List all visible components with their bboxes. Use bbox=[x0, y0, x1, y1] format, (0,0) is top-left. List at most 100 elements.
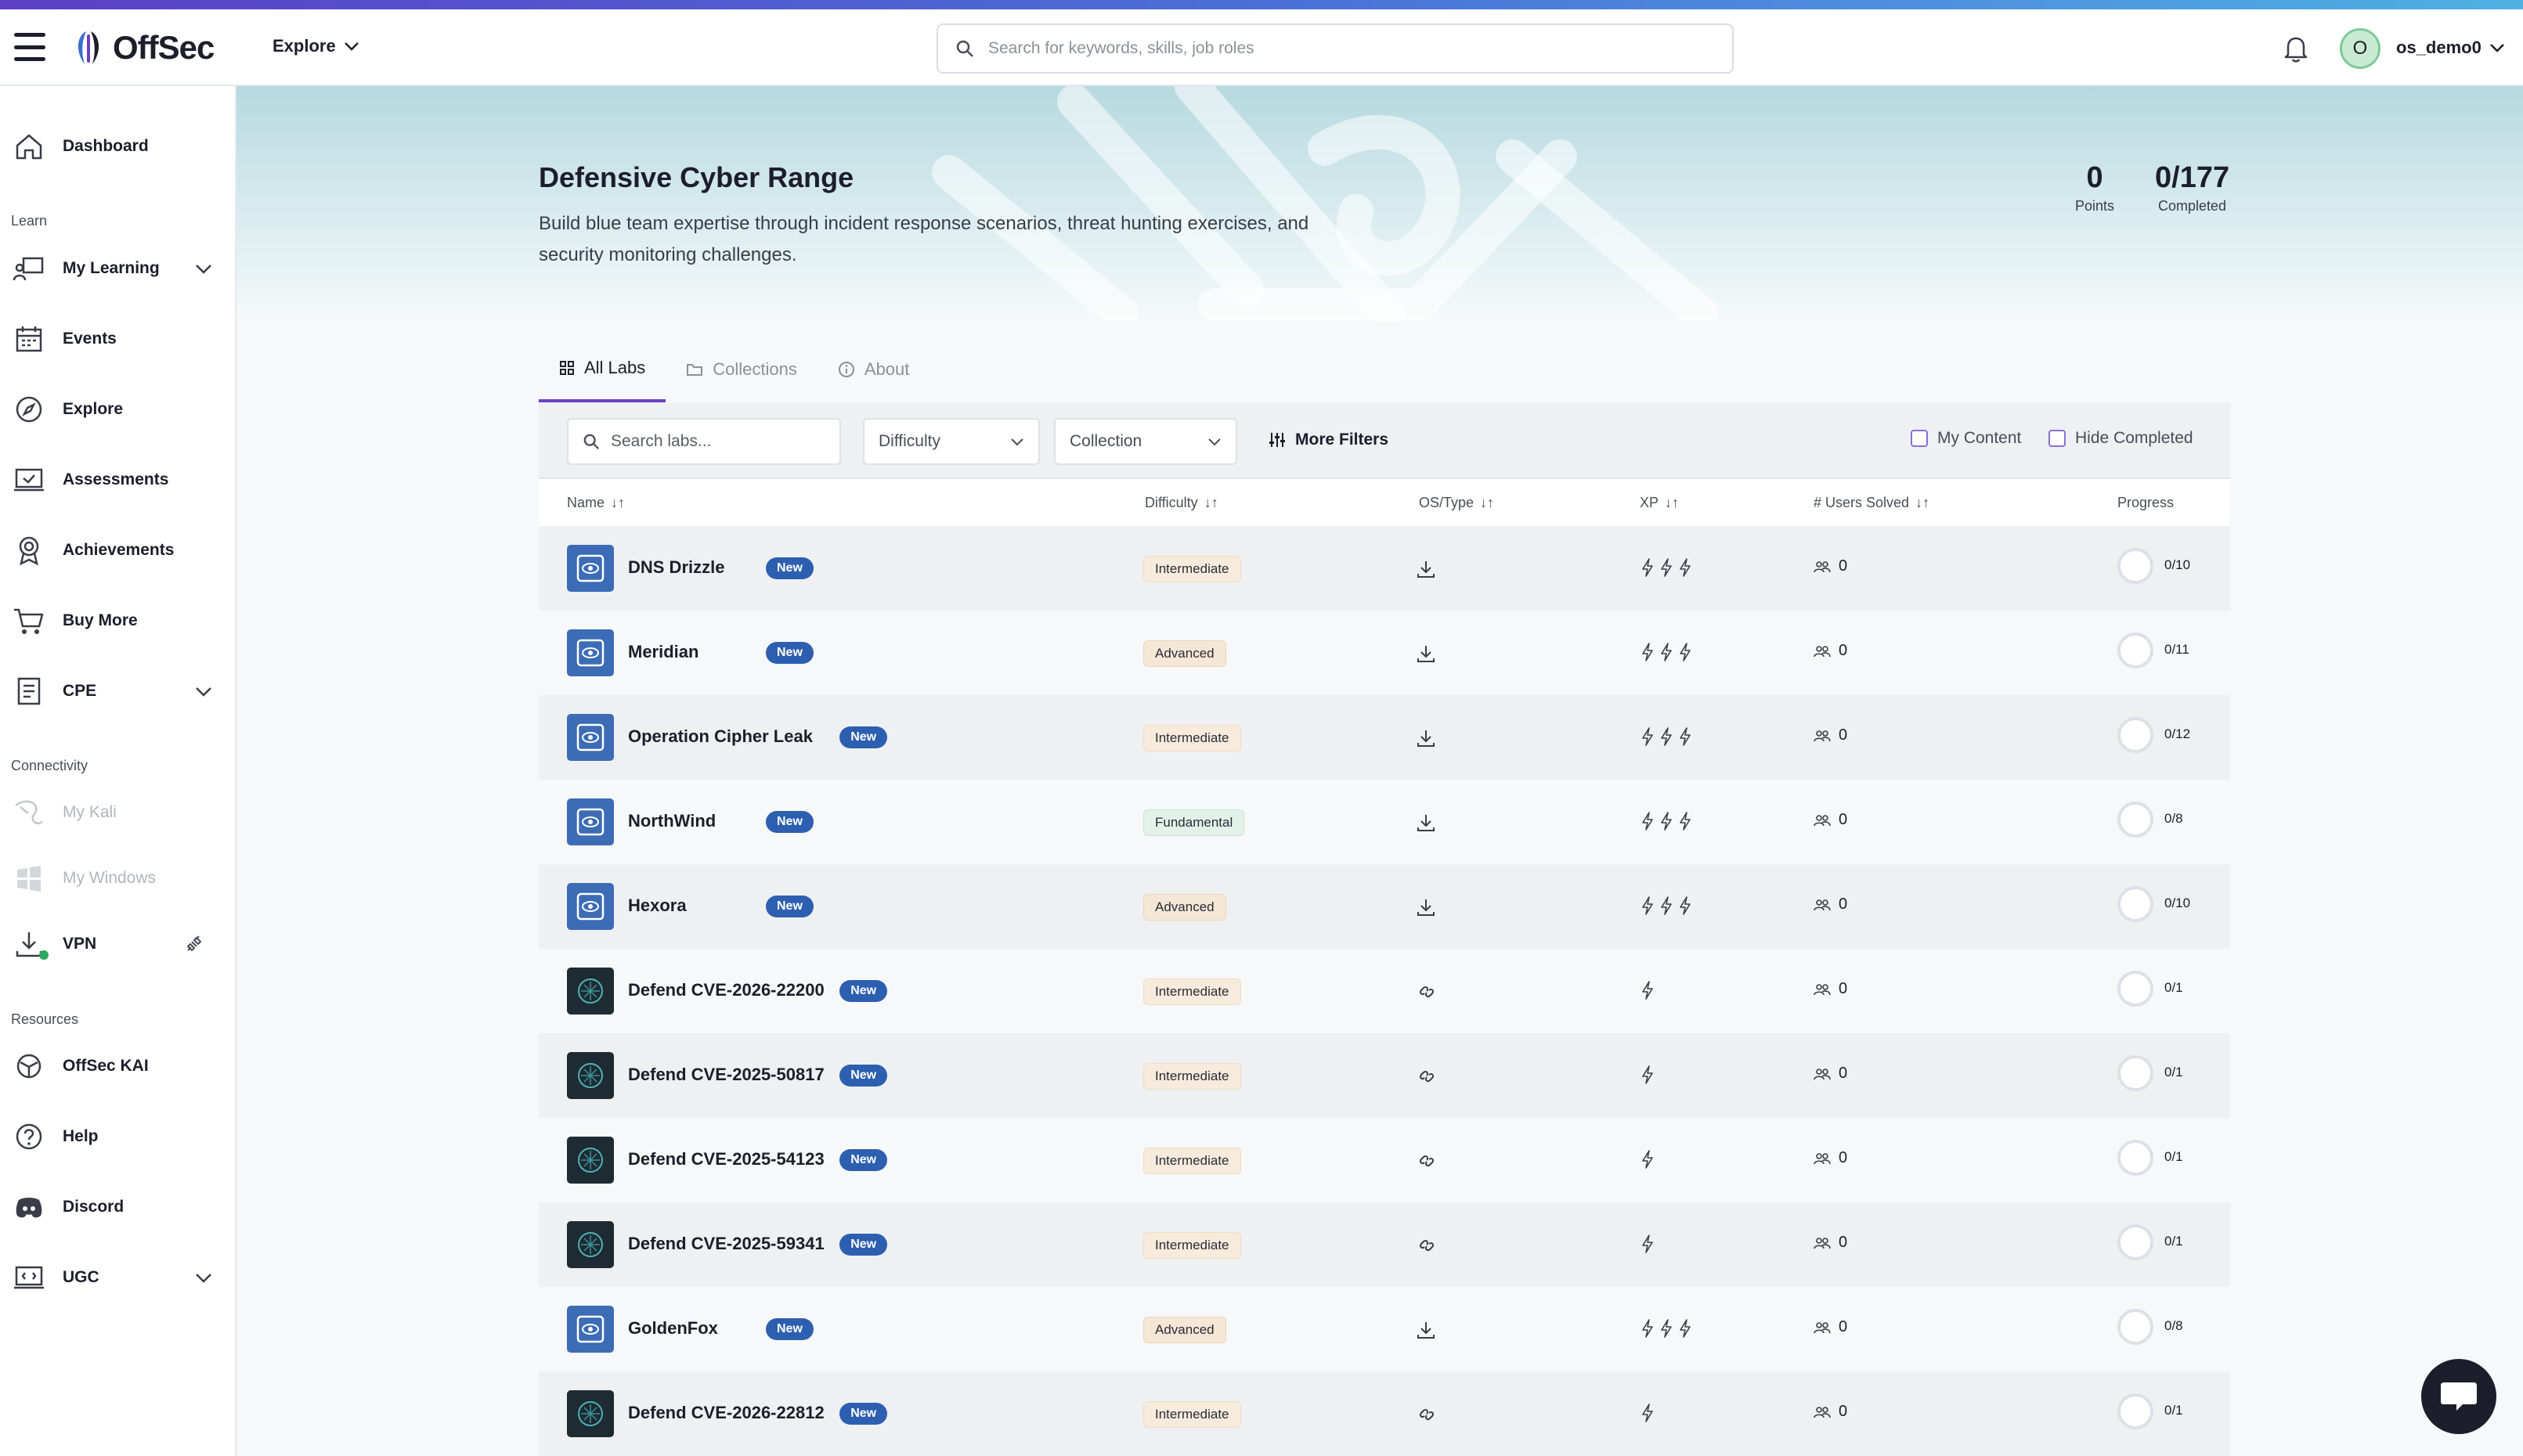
users-solved: 0 bbox=[1814, 1403, 1847, 1421]
lab-search-input[interactable] bbox=[611, 432, 830, 451]
new-badge: New bbox=[839, 1065, 888, 1087]
table-row[interactable]: GoldenFox New Advanced 0 0/8 bbox=[539, 1287, 2230, 1371]
lab-name[interactable]: Operation Cipher Leak bbox=[628, 726, 813, 747]
xp-bolt-icon bbox=[1680, 727, 1691, 746]
link-icon[interactable] bbox=[1416, 1066, 1438, 1090]
column-header-os-type[interactable]: OS/Type ↓↑ bbox=[1419, 495, 1494, 511]
user-menu[interactable]: os_demo0 bbox=[2396, 38, 2505, 58]
download-icon[interactable] bbox=[1416, 1320, 1436, 1344]
table-row[interactable]: Operation Cipher Leak New Intermediate 0 0/1… bbox=[539, 695, 2230, 780]
points-label: Points bbox=[2075, 198, 2115, 214]
notifications-bell-icon[interactable] bbox=[2280, 33, 2312, 64]
checkbox-box[interactable] bbox=[1911, 430, 1928, 447]
table-row[interactable]: Meridian New Advanced 0 0/11 bbox=[539, 611, 2230, 695]
column-header-xp[interactable]: XP ↓↑ bbox=[1640, 495, 1679, 511]
sidebar-item-explore[interactable]: Explore bbox=[0, 387, 235, 431]
download-icon[interactable] bbox=[1416, 728, 1436, 752]
sidebar-item-offsec-kai[interactable]: OffSec KAI bbox=[0, 1044, 235, 1088]
my-content-checkbox[interactable]: My Content bbox=[1911, 429, 2021, 448]
lab-thumbnail bbox=[567, 1221, 614, 1268]
collection-select[interactable]: Collection bbox=[1054, 418, 1237, 465]
table-row[interactable]: Defend CVE-2026-22200 New Intermediate 0 0/1 bbox=[539, 949, 2230, 1033]
sidebar-label: OffSec KAI bbox=[63, 1057, 149, 1075]
sidebar-item-events[interactable]: Events bbox=[0, 317, 235, 361]
sidebar-item-help[interactable]: Help bbox=[0, 1115, 235, 1159]
lab-name[interactable]: Defend CVE-2025-54123 bbox=[628, 1149, 825, 1169]
link-icon[interactable] bbox=[1416, 1235, 1438, 1260]
difficulty-badge: Intermediate bbox=[1143, 1232, 1241, 1259]
chevron-down-icon[interactable] bbox=[194, 259, 213, 278]
table-row[interactable]: Defend CVE-2025-50817 New Intermediate 0 0/1 bbox=[539, 1033, 2230, 1118]
lab-thumbnail bbox=[567, 629, 614, 676]
sidebar-item-my-learning[interactable]: My Learning bbox=[0, 247, 235, 290]
global-search-input[interactable] bbox=[988, 39, 1693, 58]
tab-collections[interactable]: Collections bbox=[666, 337, 818, 402]
difficulty-select[interactable]: Difficulty bbox=[863, 418, 1040, 465]
progress-ring bbox=[2117, 1140, 2153, 1176]
lab-name[interactable]: Defend CVE-2026-22812 bbox=[628, 1403, 825, 1423]
sidebar-item-vpn[interactable]: VPN bbox=[0, 922, 235, 966]
lab-name[interactable]: Defend CVE-2025-50817 bbox=[628, 1065, 825, 1085]
progress-ring bbox=[2117, 802, 2153, 838]
progress-ring bbox=[2117, 1309, 2153, 1345]
difficulty-badge: Advanced bbox=[1143, 1317, 1226, 1343]
link-icon[interactable] bbox=[1416, 982, 1438, 1006]
sidebar-item-ugc[interactable]: UGC bbox=[0, 1256, 235, 1299]
more-filters-button[interactable]: More Filters bbox=[1269, 431, 1388, 449]
chat-support-button[interactable] bbox=[2421, 1359, 2496, 1434]
sidebar-label: My Kali bbox=[63, 803, 117, 821]
chevron-down-icon[interactable] bbox=[194, 682, 213, 701]
link-icon[interactable] bbox=[1416, 1151, 1438, 1175]
connection-plug-icon[interactable] bbox=[183, 933, 205, 955]
vpn-status-dot bbox=[39, 950, 49, 960]
column-header-name[interactable]: Name ↓↑ bbox=[567, 495, 625, 511]
page-title: Defensive Cyber Range bbox=[539, 161, 854, 193]
tab-about[interactable]: About bbox=[818, 337, 930, 402]
tab-all-labs[interactable]: All Labs bbox=[539, 337, 666, 402]
column-header-label: OS/Type bbox=[1419, 495, 1474, 510]
chevron-down-icon[interactable] bbox=[194, 1268, 213, 1287]
checkbox-box[interactable] bbox=[2048, 430, 2066, 447]
hide-completed-checkbox[interactable]: Hide Completed bbox=[2048, 429, 2193, 448]
download-icon[interactable] bbox=[1416, 643, 1436, 668]
global-search[interactable] bbox=[937, 23, 1734, 74]
lab-name[interactable]: NorthWind bbox=[628, 811, 716, 831]
sidebar-label: Buy More bbox=[63, 611, 138, 629]
sidebar-item-assessments[interactable]: Assessments bbox=[0, 458, 235, 502]
table-row[interactable]: NorthWind New Fundamental 0 0/8 bbox=[539, 780, 2230, 864]
folder-icon bbox=[687, 364, 703, 376]
sidebar-item-buy-more[interactable]: Buy More bbox=[0, 599, 235, 643]
sidebar-item-dashboard[interactable]: Dashboard bbox=[0, 124, 235, 168]
column-header-difficulty[interactable]: Difficulty ↓↑ bbox=[1145, 495, 1218, 511]
table-row[interactable]: Hexora New Advanced 0 0/10 bbox=[539, 864, 2230, 949]
table-row[interactable]: Defend CVE-2025-54123 New Intermediate 0 0/1 bbox=[539, 1118, 2230, 1202]
column-header-users-solved[interactable]: # Users Solved ↓↑ bbox=[1814, 495, 1929, 511]
lab-name[interactable]: Defend CVE-2025-59341 bbox=[628, 1234, 825, 1254]
link-icon[interactable] bbox=[1416, 1404, 1438, 1429]
lab-name[interactable]: GoldenFox bbox=[628, 1318, 718, 1339]
column-header-label: Progress bbox=[2117, 495, 2175, 510]
download-icon[interactable] bbox=[1416, 813, 1436, 837]
table-row[interactable]: DNS Drizzle New Intermediate 0 0/10 bbox=[539, 526, 2230, 611]
sidebar-item-discord[interactable]: Discord bbox=[0, 1185, 235, 1229]
lab-search[interactable] bbox=[567, 418, 841, 465]
download-icon[interactable] bbox=[1416, 897, 1436, 921]
hamburger-menu-icon[interactable] bbox=[14, 33, 45, 61]
sidebar-item-cpe[interactable]: CPE bbox=[0, 669, 235, 713]
lab-name[interactable]: Hexora bbox=[628, 896, 687, 916]
lab-name[interactable]: Defend CVE-2026-22200 bbox=[628, 980, 825, 1000]
lab-name[interactable]: Meridian bbox=[628, 642, 698, 662]
assessment-icon bbox=[14, 468, 44, 492]
lab-name[interactable]: DNS Drizzle bbox=[628, 557, 724, 578]
explore-dropdown[interactable]: Explore bbox=[273, 36, 359, 56]
table-row[interactable]: Defend CVE-2025-59341 New Intermediate 0 0/1 bbox=[539, 1202, 2230, 1287]
lab-thumbnail bbox=[567, 714, 614, 761]
progress-ring bbox=[2117, 886, 2153, 922]
user-avatar[interactable]: O bbox=[2340, 28, 2380, 69]
table-row[interactable]: Defend CVE-2026-22812 New Intermediate 0 0/1 bbox=[539, 1371, 2230, 1456]
offsec-logo[interactable]: OffSec bbox=[69, 28, 215, 67]
sidebar-item-achievements[interactable]: Achievements bbox=[0, 528, 235, 572]
chevron-down-icon bbox=[344, 42, 359, 51]
windows-icon bbox=[17, 866, 41, 892]
download-icon[interactable] bbox=[1416, 559, 1436, 583]
